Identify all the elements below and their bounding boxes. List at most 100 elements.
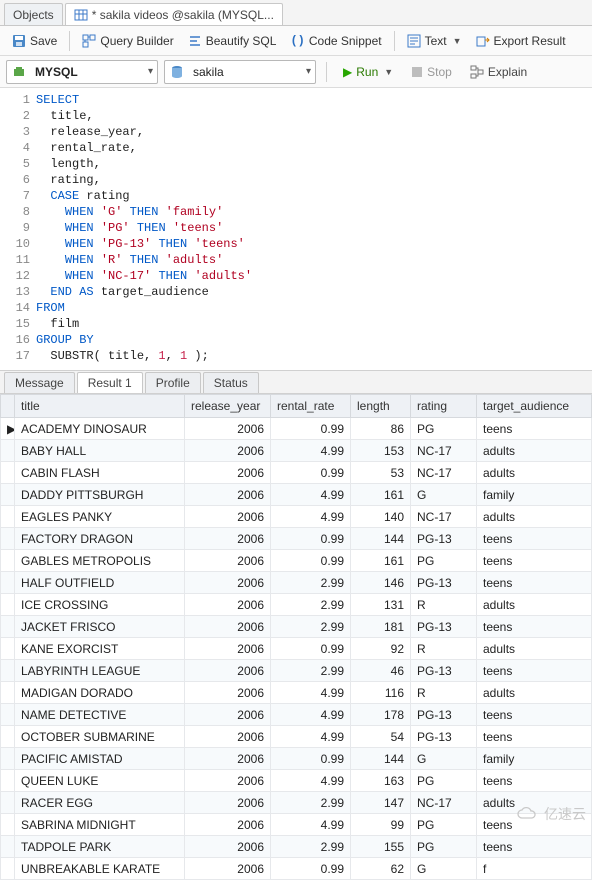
- cell-release_year[interactable]: 2006: [185, 440, 271, 462]
- cell-title[interactable]: EAGLES PANKY: [15, 506, 185, 528]
- column-header[interactable]: length: [351, 395, 411, 418]
- cell-target_audience[interactable]: teens: [477, 418, 592, 440]
- cell-title[interactable]: OCTOBER SUBMARINE: [15, 726, 185, 748]
- cell-rental_rate[interactable]: 4.99: [271, 704, 351, 726]
- table-row[interactable]: SABRINA MIDNIGHT20064.9999PGteens: [1, 814, 592, 836]
- cell-rating[interactable]: PG: [411, 770, 477, 792]
- cell-length[interactable]: 153: [351, 440, 411, 462]
- cell-target_audience[interactable]: adults: [477, 462, 592, 484]
- cell-release_year[interactable]: 2006: [185, 638, 271, 660]
- table-row[interactable]: NAME DETECTIVE20064.99178PG-13teens: [1, 704, 592, 726]
- cell-title[interactable]: ICE CROSSING: [15, 594, 185, 616]
- column-header[interactable]: release_year: [185, 395, 271, 418]
- cell-title[interactable]: TADPOLE PARK: [15, 836, 185, 858]
- cell-target_audience[interactable]: adults: [477, 792, 592, 814]
- cell-title[interactable]: DADDY PITTSBURGH: [15, 484, 185, 506]
- cell-release_year[interactable]: 2006: [185, 506, 271, 528]
- cell-rental_rate[interactable]: 2.99: [271, 616, 351, 638]
- cell-rating[interactable]: PG: [411, 814, 477, 836]
- cell-title[interactable]: NAME DETECTIVE: [15, 704, 185, 726]
- cell-rating[interactable]: PG: [411, 550, 477, 572]
- export-result-button[interactable]: Export Result: [470, 30, 572, 52]
- cell-target_audience[interactable]: teens: [477, 572, 592, 594]
- cell-target_audience[interactable]: teens: [477, 528, 592, 550]
- table-row[interactable]: GABLES METROPOLIS20060.99161PGteens: [1, 550, 592, 572]
- cell-rating[interactable]: PG-13: [411, 704, 477, 726]
- cell-rental_rate[interactable]: 2.99: [271, 572, 351, 594]
- stop-button[interactable]: Stop: [405, 61, 458, 83]
- cell-title[interactable]: GABLES METROPOLIS: [15, 550, 185, 572]
- cell-release_year[interactable]: 2006: [185, 726, 271, 748]
- cell-target_audience[interactable]: family: [477, 484, 592, 506]
- cell-rental_rate[interactable]: 0.99: [271, 528, 351, 550]
- beautify-sql-button[interactable]: Beautify SQL: [182, 30, 283, 52]
- cell-rental_rate[interactable]: 0.99: [271, 638, 351, 660]
- cell-rental_rate[interactable]: 2.99: [271, 836, 351, 858]
- cell-target_audience[interactable]: adults: [477, 682, 592, 704]
- cell-rental_rate[interactable]: 2.99: [271, 660, 351, 682]
- cell-length[interactable]: 144: [351, 748, 411, 770]
- cell-rating[interactable]: PG: [411, 418, 477, 440]
- cell-rental_rate[interactable]: 0.99: [271, 462, 351, 484]
- cell-length[interactable]: 163: [351, 770, 411, 792]
- cell-release_year[interactable]: 2006: [185, 528, 271, 550]
- table-row[interactable]: DADDY PITTSBURGH20064.99161Gfamily: [1, 484, 592, 506]
- table-row[interactable]: BABY HALL20064.99153NC-17adults: [1, 440, 592, 462]
- cell-rating[interactable]: PG-13: [411, 660, 477, 682]
- cell-length[interactable]: 181: [351, 616, 411, 638]
- cell-rating[interactable]: PG-13: [411, 528, 477, 550]
- table-row[interactable]: FACTORY DRAGON20060.99144PG-13teens: [1, 528, 592, 550]
- table-row[interactable]: ▶ACADEMY DINOSAUR20060.9986PGteens: [1, 418, 592, 440]
- cell-target_audience[interactable]: adults: [477, 594, 592, 616]
- sql-editor[interactable]: 1234567−891011121314151617 SELECT title,…: [0, 88, 592, 370]
- cell-title[interactable]: JACKET FRISCO: [15, 616, 185, 638]
- cell-rating[interactable]: G: [411, 484, 477, 506]
- text-button[interactable]: Text ▼: [401, 30, 468, 52]
- column-header[interactable]: rental_rate: [271, 395, 351, 418]
- cell-rating[interactable]: R: [411, 594, 477, 616]
- cell-length[interactable]: 62: [351, 858, 411, 880]
- cell-target_audience[interactable]: teens: [477, 616, 592, 638]
- cell-rating[interactable]: G: [411, 748, 477, 770]
- editor-code[interactable]: SELECT title, release_year, rental_rate,…: [36, 92, 592, 364]
- cell-release_year[interactable]: 2006: [185, 792, 271, 814]
- cell-target_audience[interactable]: teens: [477, 814, 592, 836]
- cell-length[interactable]: 144: [351, 528, 411, 550]
- column-header[interactable]: rating: [411, 395, 477, 418]
- cell-release_year[interactable]: 2006: [185, 462, 271, 484]
- table-row[interactable]: OCTOBER SUBMARINE20064.9954PG-13teens: [1, 726, 592, 748]
- table-row[interactable]: TADPOLE PARK20062.99155PGteens: [1, 836, 592, 858]
- cell-rating[interactable]: PG: [411, 836, 477, 858]
- result-grid[interactable]: titlerelease_yearrental_ratelengthrating…: [0, 394, 592, 880]
- table-row[interactable]: UNBREAKABLE KARATE20060.9962Gf: [1, 858, 592, 880]
- tab-profile[interactable]: Profile: [145, 372, 201, 393]
- table-row[interactable]: MADIGAN DORADO20064.99116Radults: [1, 682, 592, 704]
- cell-title[interactable]: LABYRINTH LEAGUE: [15, 660, 185, 682]
- table-row[interactable]: KANE EXORCIST20060.9992Radults: [1, 638, 592, 660]
- cell-rental_rate[interactable]: 4.99: [271, 814, 351, 836]
- cell-rental_rate[interactable]: 4.99: [271, 682, 351, 704]
- cell-rental_rate[interactable]: 2.99: [271, 594, 351, 616]
- cell-target_audience[interactable]: teens: [477, 770, 592, 792]
- cell-title[interactable]: RACER EGG: [15, 792, 185, 814]
- tab-message[interactable]: Message: [4, 372, 75, 393]
- cell-target_audience[interactable]: adults: [477, 440, 592, 462]
- table-row[interactable]: JACKET FRISCO20062.99181PG-13teens: [1, 616, 592, 638]
- run-button[interactable]: ▶ Run ▼: [337, 61, 399, 83]
- cell-length[interactable]: 131: [351, 594, 411, 616]
- cell-rental_rate[interactable]: 2.99: [271, 792, 351, 814]
- cell-release_year[interactable]: 2006: [185, 770, 271, 792]
- cell-title[interactable]: MADIGAN DORADO: [15, 682, 185, 704]
- cell-release_year[interactable]: 2006: [185, 660, 271, 682]
- cell-rental_rate[interactable]: 4.99: [271, 726, 351, 748]
- cell-target_audience[interactable]: teens: [477, 836, 592, 858]
- cell-length[interactable]: 140: [351, 506, 411, 528]
- cell-rental_rate[interactable]: 0.99: [271, 858, 351, 880]
- cell-rating[interactable]: G: [411, 858, 477, 880]
- cell-rating[interactable]: R: [411, 682, 477, 704]
- cell-target_audience[interactable]: family: [477, 748, 592, 770]
- tab-objects[interactable]: Objects: [4, 3, 63, 25]
- cell-release_year[interactable]: 2006: [185, 418, 271, 440]
- cell-title[interactable]: PACIFIC AMISTAD: [15, 748, 185, 770]
- cell-title[interactable]: HALF OUTFIELD: [15, 572, 185, 594]
